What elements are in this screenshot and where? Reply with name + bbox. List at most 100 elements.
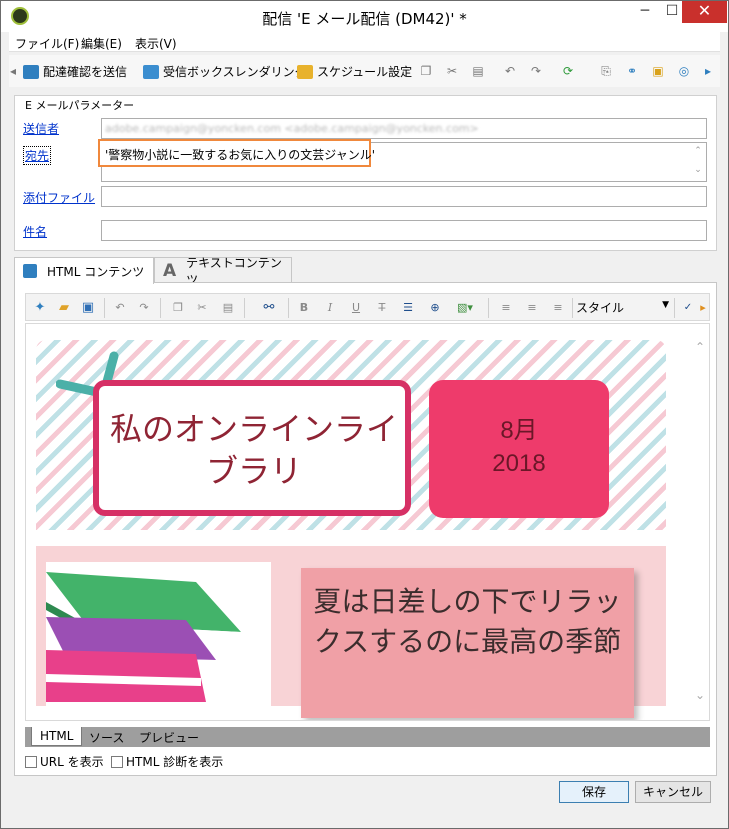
view-tab-html[interactable]: HTML — [31, 727, 83, 746]
toolbar-scroll-left-icon[interactable]: ◂ — [9, 64, 17, 78]
menu-bar: ファイル(F) 編集(E) 表示(V) — [9, 32, 720, 52]
editor-redo-icon[interactable]: ↷ — [136, 300, 152, 316]
close-button[interactable]: ✕ — [682, 1, 727, 23]
recipient-scroll-down-icon[interactable]: ⌄ — [692, 165, 704, 175]
menu-file[interactable]: ファイル(F) — [15, 35, 79, 52]
attachment-icon[interactable]: ⎘ — [599, 64, 613, 78]
inbox-rendering-icon — [143, 64, 159, 79]
email-parameters-title: E メールパラメーター — [23, 97, 137, 113]
editor-undo-icon[interactable]: ↶ — [112, 300, 128, 316]
email-quote: 夏は日差しの下でリラックスするのに最高の季節 — [313, 585, 622, 658]
separator — [160, 298, 161, 318]
separator — [572, 298, 573, 318]
window-title: 配信 'E メール配信 (DM42)' * — [262, 10, 467, 28]
recipient-value: '警察物小説に一致するお気に入りの文芸ジャンル' — [105, 148, 375, 162]
copy-icon[interactable]: ❐ — [419, 64, 433, 78]
html-content-icon — [23, 264, 37, 278]
style-select[interactable]: スタイル ▼ — [576, 299, 669, 317]
tab-text-content[interactable]: A テキストコンテンツ — [154, 256, 292, 287]
email-feature-section: 夏は日差しの下でリラックスするのに最高の季節 — [36, 546, 666, 718]
tab-html-content-label: HTML コンテンツ — [47, 264, 145, 279]
tab-html-content[interactable]: HTML コンテンツ — [14, 257, 154, 284]
show-url-checkbox[interactable] — [25, 755, 37, 768]
show-diag-checkbox[interactable] — [111, 755, 123, 768]
bold-button[interactable]: B — [296, 300, 312, 316]
inbox-rendering-label: 受信ボックスレンダリング — [163, 65, 307, 79]
gift-icon[interactable]: ▣ — [651, 64, 665, 78]
email-date-month: 8月 — [500, 417, 538, 444]
recipient-link[interactable]: 宛先 — [23, 146, 52, 165]
content-scrollbar[interactable]: ⌃ ⌄ — [691, 324, 709, 720]
inbox-rendering-button[interactable]: 受信ボックスレンダリング — [143, 63, 307, 80]
scroll-up-icon[interactable]: ⌃ — [691, 340, 709, 354]
align-left-icon[interactable]: ≡ — [498, 300, 514, 316]
paste-icon[interactable]: ▤ — [471, 64, 485, 78]
align-right-icon[interactable]: ≡ — [550, 300, 566, 316]
find-icon[interactable]: ⚯ — [254, 300, 284, 316]
tracking-icon[interactable]: ◎ — [677, 64, 691, 78]
menu-view[interactable]: 表示(V) — [135, 35, 177, 52]
separator — [674, 298, 675, 318]
underline-button[interactable]: U — [348, 300, 364, 316]
insert-image-icon[interactable]: ▧▾ — [452, 300, 478, 316]
minimize-button[interactable]: ─ — [631, 1, 659, 23]
italic-button[interactable]: I — [322, 300, 338, 316]
attachment-link[interactable]: 添付ファイル — [23, 189, 95, 206]
spellcheck-icon[interactable]: ✓ — [680, 300, 696, 316]
clear-format-icon[interactable]: T̶ — [374, 300, 390, 316]
email-date: 8月 2018 — [429, 414, 609, 480]
schedule-button[interactable]: スケジュール設定 — [297, 63, 412, 80]
chevron-down-icon: ▼ — [662, 300, 669, 310]
editor-view-tabs: HTML ソース プレビュー — [25, 727, 710, 747]
editor-copy-icon[interactable]: ❐ — [170, 300, 186, 316]
new-doc-icon[interactable]: ✦ — [32, 300, 48, 316]
save-button[interactable]: 保存 — [559, 781, 629, 803]
editor-more-icon[interactable]: ▸ — [696, 300, 710, 316]
separator — [288, 298, 289, 318]
send-proof-label: 配達確認を送信 — [43, 65, 128, 79]
recipient-scroll-up-icon[interactable]: ⌃ — [692, 146, 704, 156]
toolbar-more-icon[interactable]: ▸ — [701, 64, 715, 78]
save-icon[interactable]: ▣ — [80, 300, 96, 316]
separator — [244, 298, 245, 318]
sender-link[interactable]: 送信者 — [23, 120, 59, 137]
cancel-button[interactable]: キャンセル — [635, 781, 711, 803]
calendar-icon — [297, 64, 313, 79]
editor-cut-icon[interactable]: ✂ — [194, 300, 210, 316]
view-tab-preview[interactable]: プレビュー — [131, 727, 207, 746]
email-date-year: 2018 — [492, 450, 546, 477]
open-folder-icon[interactable]: ▰ — [56, 300, 72, 316]
send-proof-button[interactable]: 配達確認を送信 — [23, 63, 127, 80]
send-proof-icon — [23, 64, 39, 79]
show-url-option[interactable]: URL を表示 — [25, 753, 104, 770]
text-content-icon: A — [163, 260, 177, 281]
books-image — [46, 562, 271, 712]
link-icon[interactable]: ⚭ — [625, 64, 639, 78]
sender-value: adobe.campaign@yoncken.com <adobe.campai… — [105, 122, 479, 135]
align-center-icon[interactable]: ≡ — [524, 300, 540, 316]
editor-toolbar: ✦ ▰ ▣ ↶ ↷ ❐ ✂ ▤ ⚯ B I U T̶ ☰ ⊕ ▧▾ ≡ ≡ ≡ … — [25, 293, 710, 321]
subject-link[interactable]: 件名 — [23, 223, 47, 240]
separator — [488, 298, 489, 318]
email-title: 私のオンラインライブラリ — [109, 410, 398, 490]
refresh-icon[interactable]: ⟳ — [561, 64, 575, 78]
undo-icon[interactable]: ↶ — [503, 64, 517, 78]
bullet-list-icon[interactable]: ☰ — [400, 300, 416, 316]
scroll-down-icon[interactable]: ⌄ — [691, 688, 709, 702]
schedule-label: スケジュール設定 — [317, 65, 413, 79]
title-bar: 配信 'E メール配信 (DM42)' * ─ ☐ ✕ — [1, 1, 728, 32]
show-diag-option[interactable]: HTML 診断を表示 — [111, 753, 223, 770]
show-diag-label: HTML 診断を表示 — [126, 755, 224, 769]
books-illustration — [46, 572, 241, 702]
insert-link-icon[interactable]: ⊕ — [426, 300, 444, 316]
cut-icon[interactable]: ✂ — [445, 64, 459, 78]
content-tabs: HTML コンテンツ A テキストコンテンツ — [14, 256, 717, 287]
subject-field[interactable] — [101, 220, 707, 241]
menu-edit[interactable]: 編集(E) — [81, 35, 122, 52]
show-url-label: URL を表示 — [40, 755, 104, 769]
attachment-field[interactable] — [101, 186, 707, 207]
html-content-area[interactable]: 私のオンラインライブラリ 8月 2018 夏は日差しの下でリラックスするのに最高… — [25, 323, 710, 721]
view-tab-source[interactable]: ソース — [81, 727, 132, 746]
redo-icon[interactable]: ↷ — [529, 64, 543, 78]
editor-paste-icon[interactable]: ▤ — [220, 300, 236, 316]
